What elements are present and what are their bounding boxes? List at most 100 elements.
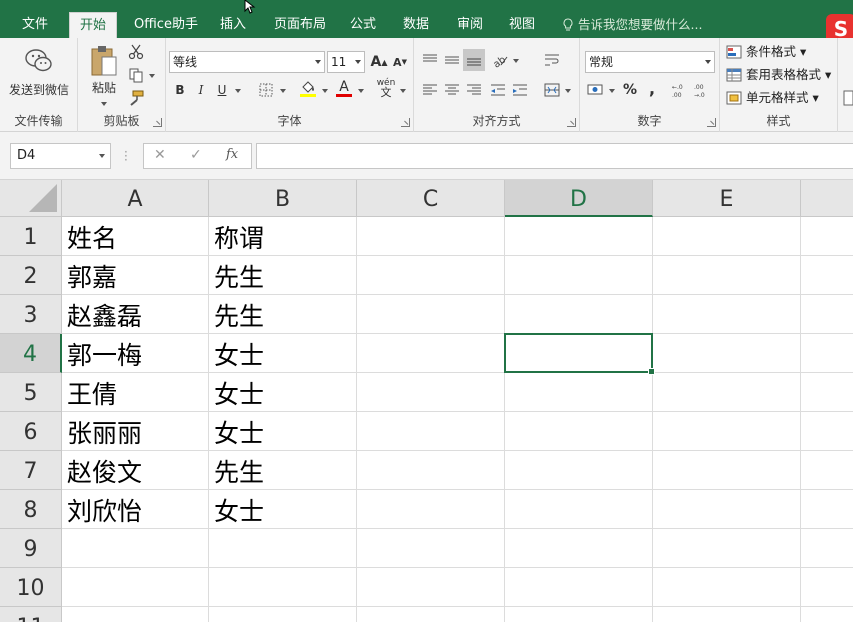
cell-b3[interactable]: 先生 [209, 295, 357, 334]
cell-next8[interactable] [801, 490, 853, 529]
row-header-8[interactable]: 8 [0, 490, 62, 529]
enter-formula-button[interactable]: ✓ [190, 147, 202, 163]
copy-button[interactable] [126, 65, 146, 85]
insert-function-button[interactable]: fx [226, 147, 238, 162]
cell-next2[interactable] [801, 256, 853, 295]
column-header-c[interactable]: C [357, 180, 505, 217]
cell-e5[interactable] [653, 373, 801, 412]
tab-file[interactable]: 文件 [12, 12, 58, 38]
cell-b2[interactable]: 先生 [209, 256, 357, 295]
cell-a10[interactable] [62, 568, 209, 607]
tab-home[interactable]: 开始 [69, 12, 118, 39]
row-header-3[interactable]: 3 [0, 295, 62, 334]
italic-button[interactable]: I [191, 80, 211, 100]
accounting-format-button[interactable] [586, 80, 606, 100]
cell-c8[interactable] [357, 490, 505, 529]
select-all-button[interactable] [0, 180, 62, 217]
conditional-formatting-button[interactable]: 条件格式 ▾ [726, 41, 806, 63]
cell-d3[interactable] [505, 295, 653, 334]
phonetic-guide-button[interactable]: wén 文 [376, 78, 396, 98]
cell-styles-button[interactable]: 单元格样式 ▾ [726, 87, 819, 109]
cell-c7[interactable] [357, 451, 505, 490]
cell-c1[interactable] [357, 217, 505, 256]
cell-a4[interactable]: 郭一梅 [62, 334, 209, 373]
cut-button[interactable] [126, 42, 146, 62]
orientation-button[interactable]: ab [490, 50, 510, 70]
cell-d4[interactable] [505, 334, 653, 373]
decrease-indent-button[interactable] [488, 80, 508, 100]
cell-next5[interactable] [801, 373, 853, 412]
cell-b5[interactable]: 女士 [209, 373, 357, 412]
row-header-9[interactable]: 9 [0, 529, 62, 568]
cell-a7[interactable]: 赵俊文 [62, 451, 209, 490]
decrease-decimal-button[interactable]: .00 →.0 [694, 80, 714, 100]
cell-a3[interactable]: 赵鑫磊 [62, 295, 209, 334]
tab-view[interactable]: 视图 [499, 12, 545, 38]
align-bottom-button[interactable] [463, 49, 485, 71]
underline-dropdown-icon[interactable] [235, 89, 241, 93]
align-middle-button[interactable] [442, 50, 462, 70]
cell-e6[interactable] [653, 412, 801, 451]
cell-next9[interactable] [801, 529, 853, 568]
column-header-d[interactable]: D [505, 180, 653, 217]
font-name-combo[interactable]: 等线 [169, 51, 325, 73]
wrap-text-button[interactable] [542, 50, 562, 70]
align-right-button[interactable] [464, 80, 484, 100]
merge-dropdown-icon[interactable] [565, 89, 571, 93]
copy-dropdown-icon[interactable] [149, 74, 155, 78]
fill-color-button[interactable] [298, 78, 318, 98]
percent-button[interactable]: % [620, 80, 640, 100]
cell-e7[interactable] [653, 451, 801, 490]
bold-button[interactable]: B [170, 80, 190, 100]
cell-next1[interactable] [801, 217, 853, 256]
cell-e9[interactable] [653, 529, 801, 568]
cell-d9[interactable] [505, 529, 653, 568]
tab-review[interactable]: 审阅 [447, 12, 493, 38]
increase-decimal-button[interactable]: ←.0.00 [672, 80, 692, 100]
formula-bar-grip-icon[interactable]: · · · [124, 146, 128, 166]
spreadsheet-grid[interactable]: A B C D E 1 姓名 称谓 2 郭嘉 先生 3 赵鑫磊 先生 4 郭一梅 女士 5 王倩 女士 6 张丽丽 女士 7 赵… [0, 180, 853, 622]
accounting-dropdown-icon[interactable] [609, 89, 615, 93]
name-box-dropdown-icon[interactable] [99, 154, 105, 158]
cell-e3[interactable] [653, 295, 801, 334]
cell-d8[interactable] [505, 490, 653, 529]
cell-c3[interactable] [357, 295, 505, 334]
cell-d10[interactable] [505, 568, 653, 607]
column-header-a[interactable]: A [62, 180, 209, 217]
cell-e1[interactable] [653, 217, 801, 256]
tab-data[interactable]: 数据 [393, 12, 439, 38]
font-size-combo[interactable]: 11 [327, 51, 365, 73]
cell-d7[interactable] [505, 451, 653, 490]
cell-e2[interactable] [653, 256, 801, 295]
cell-next7[interactable] [801, 451, 853, 490]
tell-me-search[interactable]: 告诉我您想要做什么... [562, 12, 702, 38]
cell-e10[interactable] [653, 568, 801, 607]
align-left-button[interactable] [420, 80, 440, 100]
tab-insert[interactable]: 插入 [210, 12, 256, 38]
cell-c2[interactable] [357, 256, 505, 295]
row-header-4[interactable]: 4 [0, 334, 62, 373]
font-launcher-icon[interactable] [401, 118, 410, 127]
cell-next4[interactable] [801, 334, 853, 373]
cell-c9[interactable] [357, 529, 505, 568]
cell-e4[interactable] [653, 334, 801, 373]
underline-button[interactable]: U [212, 80, 232, 100]
cell-d6[interactable] [505, 412, 653, 451]
tab-formulas[interactable]: 公式 [340, 12, 386, 38]
fill-color-dropdown-icon[interactable] [322, 89, 328, 93]
borders-dropdown-icon[interactable] [280, 89, 286, 93]
cell-a9[interactable] [62, 529, 209, 568]
cell-b8[interactable]: 女士 [209, 490, 357, 529]
tab-office-assistant[interactable]: Office助手 [124, 12, 208, 38]
phonetic-dropdown-icon[interactable] [400, 89, 406, 93]
row-header-7[interactable]: 7 [0, 451, 62, 490]
row-header-1[interactable]: 1 [0, 217, 62, 256]
cancel-formula-button[interactable]: ✕ [154, 147, 166, 163]
row-header-10[interactable]: 10 [0, 568, 62, 607]
font-color-dropdown-icon[interactable] [358, 89, 364, 93]
align-top-button[interactable] [420, 50, 440, 70]
cell-c11[interactable] [357, 607, 505, 622]
cell-e11[interactable] [653, 607, 801, 622]
borders-button[interactable] [256, 80, 276, 100]
cell-a2[interactable]: 郭嘉 [62, 256, 209, 295]
